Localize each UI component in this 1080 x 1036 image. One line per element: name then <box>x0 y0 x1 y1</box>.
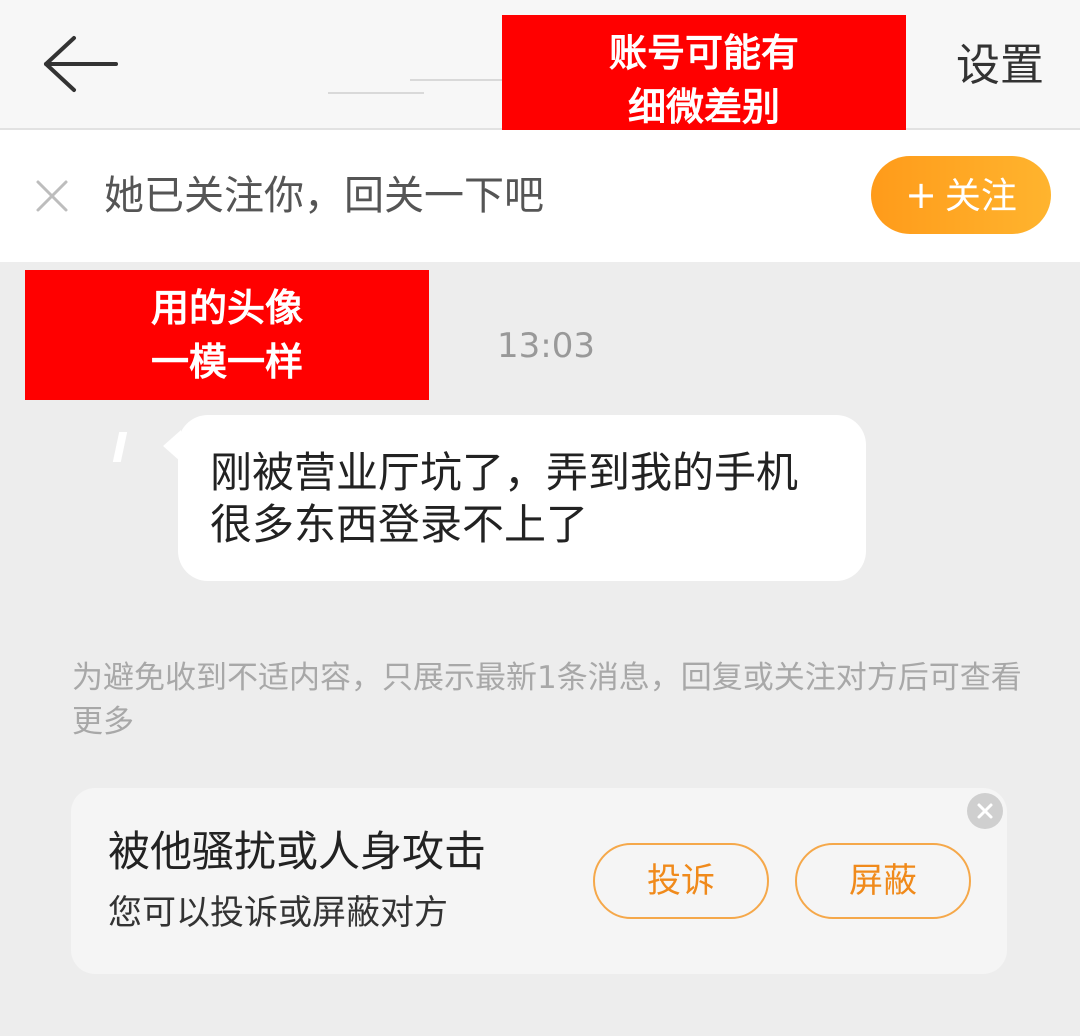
follow-back-prompt: 她已关注你，回关一下吧 <box>104 173 544 219</box>
avatar-fragment[interactable] <box>112 432 128 462</box>
message-bubble[interactable]: 刚被营业厅坑了，弄到我的手机很多东西登录不上了 <box>178 415 866 581</box>
annotation-line: 用的头像 <box>150 286 303 330</box>
report-card-subtitle: 您可以投诉或屏蔽对方 <box>108 893 448 933</box>
back-button[interactable] <box>30 26 130 106</box>
title-placeholder-line <box>328 92 424 94</box>
annotation-line: 一模一样 <box>150 340 303 384</box>
close-card-button[interactable] <box>967 793 1003 829</box>
follow-button-label: 关注 <box>944 176 1017 217</box>
title-placeholder-line <box>410 79 502 81</box>
plus-icon: + <box>905 173 937 217</box>
content-filter-notice: 为避免收到不适内容，只展示最新1条消息，回复或关注对方后可查看更多 <box>72 660 1022 740</box>
settings-button[interactable]: 设置 <box>956 38 1044 94</box>
annotation-label-avatar: 用的头像 一模一样 <box>25 270 429 400</box>
close-icon <box>36 180 68 212</box>
annotation-line: 细微差别 <box>627 85 780 129</box>
report-button[interactable]: 投诉 <box>593 843 769 919</box>
follow-button[interactable]: + 关注 <box>871 156 1051 234</box>
report-card-title: 被他骚扰或人身攻击 <box>108 827 487 876</box>
arrow-left-icon <box>44 36 118 92</box>
dismiss-banner-button[interactable] <box>32 176 72 216</box>
close-circle-icon <box>977 803 993 819</box>
message-text: 刚被营业厅坑了，弄到我的手机很多东西登录不上了 <box>210 448 799 549</box>
annotation-line: 账号可能有 <box>608 31 799 75</box>
block-button[interactable]: 屏蔽 <box>795 843 971 919</box>
message-timestamp: 13:03 <box>497 326 595 366</box>
annotation-label-account: 账号可能有 细微差别 <box>502 15 906 145</box>
